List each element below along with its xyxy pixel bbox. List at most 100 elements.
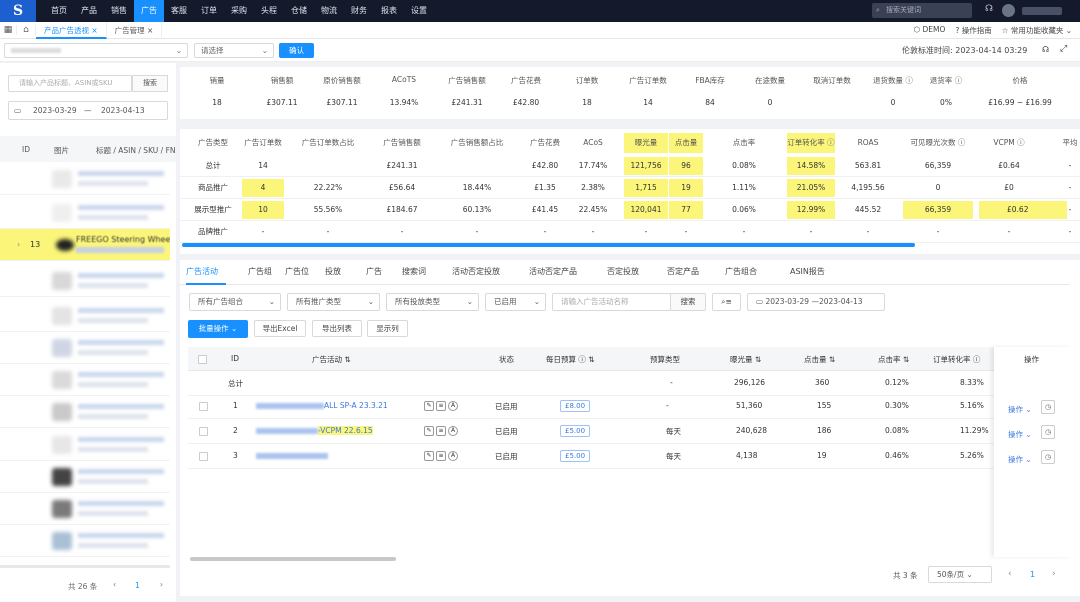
document-icon[interactable]: ≡ bbox=[436, 451, 446, 461]
row-operate-dropdown[interactable]: 操作 ⌄ bbox=[1008, 404, 1032, 415]
clock-icon[interactable]: ◷ bbox=[1041, 450, 1055, 464]
target-type-select[interactable]: 所有投放类型 ⌄ bbox=[386, 293, 479, 311]
campaign-date-range[interactable]: ▭ 2023-03-29 —2023-04-13 bbox=[747, 293, 885, 311]
campaign-name-input[interactable]: 请输入广告活动名称 bbox=[552, 293, 671, 311]
chevron-right-icon[interactable]: › bbox=[17, 240, 20, 249]
ai-icon[interactable]: A bbox=[448, 451, 458, 461]
row-checkbox[interactable] bbox=[199, 427, 208, 436]
info-icon[interactable]: ⓘ bbox=[952, 76, 963, 85]
document-icon[interactable]: ≡ bbox=[436, 426, 446, 436]
promo-type-select[interactable]: 所有推广类型 ⌄ bbox=[287, 293, 380, 311]
row-operate-dropdown[interactable]: 操作 ⌄ bbox=[1008, 429, 1032, 440]
site-select[interactable]: 请选择 ⌄ bbox=[194, 43, 274, 58]
demo-link[interactable]: ⬡ DEMO bbox=[914, 25, 946, 36]
clock-icon[interactable]: ◷ bbox=[1041, 400, 1055, 414]
table-row[interactable]: 1 ALL SP-A 23.3.21 ✎ ≡ A 已启用 £8.00-51,360 155 0.… bbox=[188, 394, 994, 419]
nav-item[interactable]: 广告 bbox=[134, 0, 164, 22]
nav-item[interactable]: 物流 bbox=[314, 0, 344, 22]
export-list-button[interactable]: 导出列表 bbox=[312, 320, 362, 337]
prev-page-icon[interactable]: ‹ bbox=[1008, 569, 1012, 579]
subtab[interactable]: 广告组合 bbox=[725, 266, 790, 277]
list-item[interactable] bbox=[0, 300, 170, 332]
ai-icon[interactable]: A bbox=[448, 401, 458, 411]
subtab[interactable]: 否定投放 bbox=[607, 266, 667, 277]
show-columns-button[interactable]: 显示列 bbox=[367, 320, 408, 337]
username[interactable] bbox=[1022, 7, 1062, 15]
select-all-checkbox[interactable] bbox=[198, 355, 207, 364]
row-operate-dropdown[interactable]: 操作 ⌄ bbox=[1008, 454, 1032, 465]
horizontal-scrollbar[interactable] bbox=[190, 557, 396, 561]
clock-icon[interactable]: ◷ bbox=[1041, 425, 1055, 439]
export-excel-button[interactable]: 导出Excel bbox=[254, 320, 306, 337]
list-item[interactable] bbox=[0, 332, 170, 364]
subtab[interactable]: 活动否定投放 bbox=[452, 266, 529, 277]
portfolio-select[interactable]: 所有广告组合 ⌄ bbox=[189, 293, 281, 311]
edit-icon[interactable]: ✎ bbox=[424, 426, 434, 436]
next-page-icon[interactable]: › bbox=[1052, 569, 1056, 579]
nav-item[interactable]: 报表 bbox=[374, 0, 404, 22]
global-search-input[interactable]: ⌕ 搜索关键词 bbox=[872, 3, 972, 18]
list-item[interactable] bbox=[0, 197, 170, 229]
ai-icon[interactable]: A bbox=[448, 426, 458, 436]
subtab[interactable]: 投放 bbox=[325, 266, 366, 277]
nav-item[interactable]: 订单 bbox=[194, 0, 224, 22]
guide-link[interactable]: ? 操作指南 bbox=[955, 25, 991, 36]
nav-item[interactable]: 首页 bbox=[44, 0, 74, 22]
tab-ad-management[interactable]: 广告管理 × bbox=[107, 21, 163, 39]
nav-item[interactable]: 采购 bbox=[224, 0, 254, 22]
campaign-name-link[interactable]: ALL SP-A 23.3.21 bbox=[256, 401, 388, 410]
batch-operation-button[interactable]: 批量操作 ⌄ bbox=[188, 320, 248, 338]
list-item[interactable] bbox=[0, 364, 170, 396]
table-row[interactable]: 3 ✎ ≡ A 已启用 £5.00 每天 4,138 19 0.46% 5.26% bbox=[188, 444, 994, 469]
list-item[interactable] bbox=[0, 493, 170, 525]
subtab[interactable]: 广告组 bbox=[248, 266, 285, 277]
list-item[interactable] bbox=[0, 163, 170, 195]
avatar[interactable] bbox=[1002, 4, 1015, 17]
product-search-input[interactable]: 请输入产品标题、ASIN或SKU bbox=[8, 75, 132, 92]
nav-item[interactable]: 产品 bbox=[74, 0, 104, 22]
table-row[interactable]: 2 -VCPM 22.6.15 ✎ ≡ A 已启用 £5.00 每天 240,628 186 0.0… bbox=[188, 419, 994, 444]
app-logo[interactable]: S bbox=[0, 0, 36, 22]
headset-icon[interactable]: ☊ bbox=[1042, 45, 1049, 54]
grid-menu-icon[interactable]: ▦ bbox=[0, 25, 16, 35]
nav-item[interactable]: 头程 bbox=[254, 0, 284, 22]
subtab[interactable]: 广告活动 bbox=[186, 266, 248, 277]
confirm-button[interactable]: 确认 bbox=[279, 43, 314, 58]
tab-product-ad-insight[interactable]: 产品广告透视 × bbox=[36, 21, 107, 39]
document-icon[interactable]: ≡ bbox=[436, 401, 446, 411]
info-icon[interactable]: ⓘ bbox=[903, 76, 913, 85]
subtab[interactable]: 搜索词 bbox=[402, 266, 452, 277]
horizontal-scrollbar[interactable] bbox=[182, 243, 915, 247]
info-icon[interactable]: ⓘ bbox=[825, 138, 835, 147]
list-item[interactable] bbox=[0, 396, 170, 428]
next-page-icon[interactable]: › bbox=[160, 580, 163, 589]
headset-icon[interactable]: ☊ bbox=[985, 4, 993, 14]
row-checkbox[interactable] bbox=[199, 402, 208, 411]
edit-icon[interactable]: ✎ bbox=[424, 451, 434, 461]
product-search-button[interactable]: 搜索 bbox=[132, 75, 168, 92]
campaign-name-link[interactable] bbox=[256, 451, 328, 460]
subtab[interactable]: ASIN报告 bbox=[790, 266, 850, 277]
advanced-search-icon[interactable]: ⌕≡ bbox=[712, 293, 741, 311]
favorites-link[interactable]: ☆ 常用功能收藏夹 ⌄ bbox=[1002, 25, 1072, 36]
state-select[interactable]: 已启用 ⌄ bbox=[485, 293, 546, 311]
campaign-search-button[interactable]: 搜索 bbox=[670, 293, 706, 311]
campaign-name-link[interactable]: -VCPM 22.6.15 bbox=[256, 426, 373, 435]
info-icon[interactable]: ⓘ bbox=[1015, 138, 1025, 147]
product-date-range[interactable]: ▭ 2023-03-29 — 2023-04-13 bbox=[8, 101, 168, 120]
shop-select[interactable]: ⌄ bbox=[4, 43, 188, 58]
prev-page-icon[interactable]: ‹ bbox=[113, 580, 116, 589]
nav-item[interactable]: 仓储 bbox=[284, 0, 314, 22]
list-item[interactable] bbox=[0, 265, 170, 297]
list-item[interactable]: › 13 FREEGO Steering Wheel bbox=[0, 229, 170, 261]
home-icon[interactable]: ⌂ bbox=[16, 25, 36, 35]
nav-item[interactable]: 设置 bbox=[404, 0, 434, 22]
nav-item[interactable]: 客服 bbox=[164, 0, 194, 22]
nav-item[interactable]: 销售 bbox=[104, 0, 134, 22]
page-number[interactable]: 1 bbox=[135, 581, 140, 590]
nav-item[interactable]: 财务 bbox=[344, 0, 374, 22]
subtab[interactable]: 否定产品 bbox=[667, 266, 725, 277]
page-number[interactable]: 1 bbox=[1030, 570, 1035, 579]
info-icon[interactable]: ⓘ bbox=[956, 138, 966, 147]
subtab[interactable]: 广告位 bbox=[285, 266, 325, 277]
